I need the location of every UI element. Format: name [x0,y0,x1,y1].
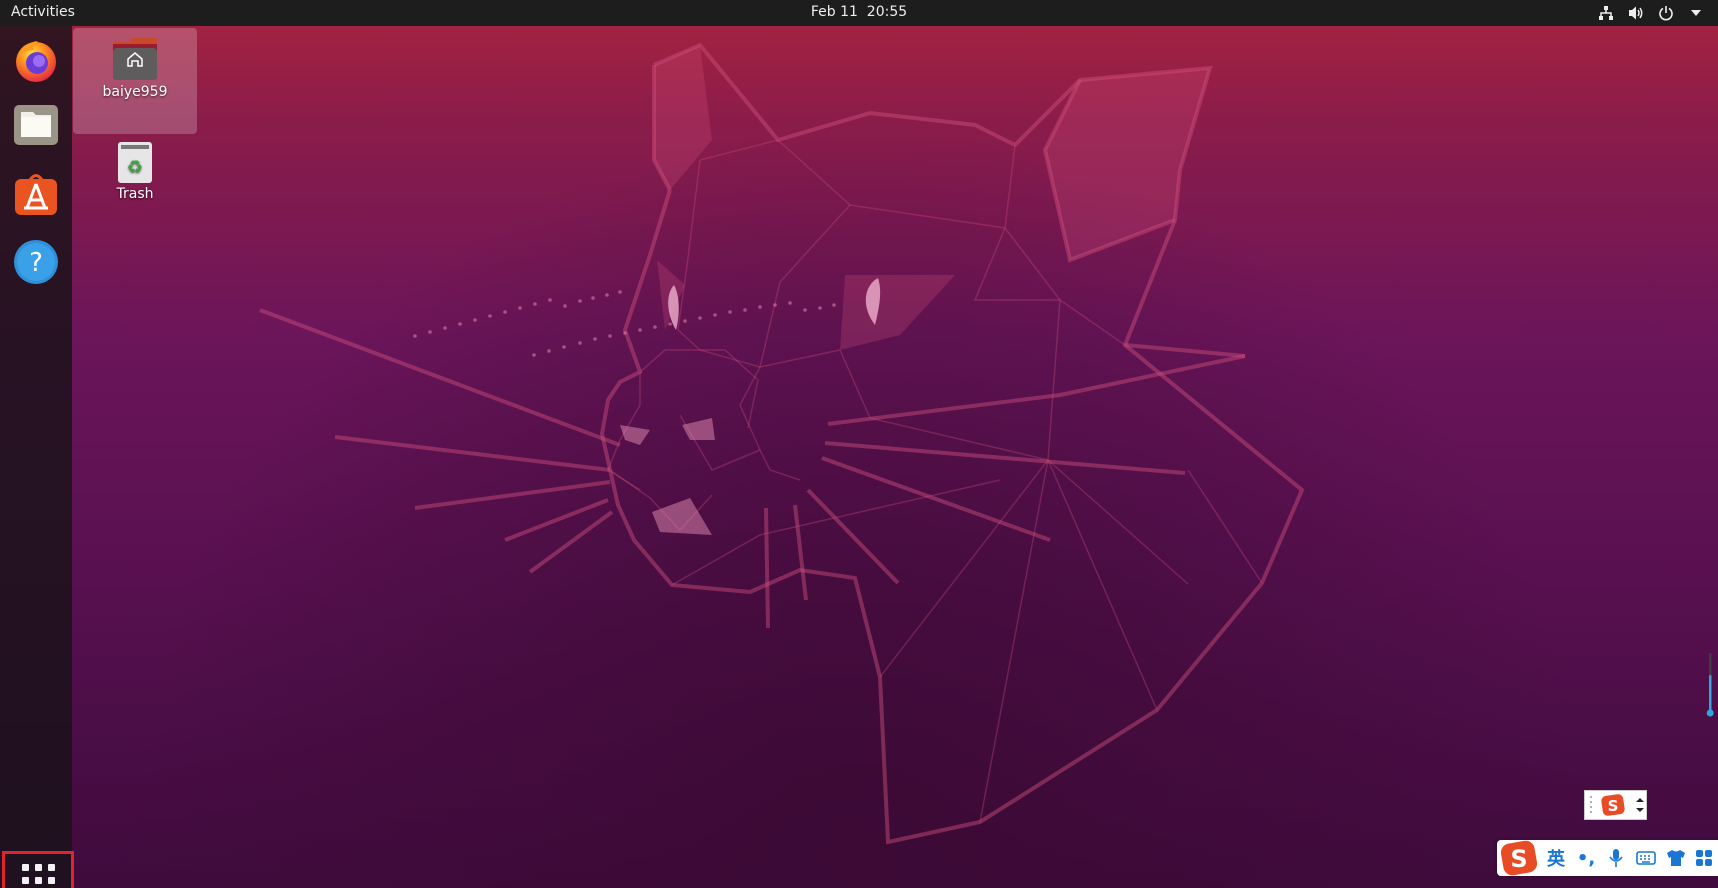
trash-icon: ♻ [118,142,152,183]
svg-text:S: S [1510,845,1527,873]
edge-slider[interactable] [1706,653,1714,719]
grid-icon [1696,850,1712,866]
power-icon[interactable] [1656,3,1676,23]
show-applications-button[interactable] [2,851,74,888]
dock: ? [0,26,74,888]
ime-status-widget[interactable]: S [1584,790,1647,820]
desktop-screen: Activities Feb 11 20:55 ? baiye959 ♻ Tra… [0,0,1718,888]
clock-button[interactable]: Feb 11 20:55 [811,4,907,20]
grid-icon [21,863,55,888]
desktop-icon-label: Trash [116,186,154,202]
sogou-logo-icon: S [1500,840,1538,876]
desktop-icon-home[interactable]: baiye959 [73,28,197,134]
clock: Feb 11 20:55 [0,4,1718,20]
keyboard-icon [1636,851,1656,865]
firefox-launcher[interactable] [8,32,64,88]
desktop-icon-trash[interactable]: ♻ Trash [73,140,197,210]
ime-toolbar: S 英 •, [1497,840,1718,876]
ime-toolbox-button[interactable] [1691,843,1717,873]
ime-punctuation-toggle[interactable]: •, [1571,843,1601,873]
svg-text:♻: ♻ [127,157,143,178]
network-icon[interactable] [1596,3,1616,23]
chevron-down-icon[interactable] [1686,3,1706,23]
clock-date: Feb 11 [810,4,858,20]
svg-text:S: S [1608,797,1619,815]
ime-keyboard-button[interactable] [1631,843,1661,873]
system-tray[interactable] [1596,3,1706,23]
expand-toggle-icon[interactable] [1635,795,1645,815]
top-bar: Activities Feb 11 20:55 [0,0,1718,26]
firefox-icon [16,41,56,82]
software-launcher[interactable] [8,166,64,222]
shirt-icon [1667,850,1685,866]
drag-handle-icon[interactable] [1587,793,1595,817]
desktop-icon-label: baiye959 [102,84,168,100]
home-folder-icon [113,38,157,80]
svg-text:?: ? [29,248,43,278]
ime-voice-button[interactable] [1601,843,1631,873]
help-icon: ? [14,240,58,284]
clock-time: 20:55 [866,4,908,20]
files-launcher[interactable] [8,97,64,153]
activities-button[interactable]: Activities [11,4,75,20]
wallpaper-cat-art [259,42,1305,845]
ime-skin-button[interactable] [1661,843,1691,873]
ime-logo-button[interactable]: S [1497,840,1541,876]
ime-language-toggle[interactable]: 英 [1541,843,1571,873]
microphone-icon [1609,849,1623,867]
volume-icon[interactable] [1626,3,1646,23]
software-icon [15,174,57,215]
sogou-logo-icon: S [1601,794,1625,816]
help-launcher[interactable]: ? [8,234,64,290]
files-icon [14,105,58,145]
